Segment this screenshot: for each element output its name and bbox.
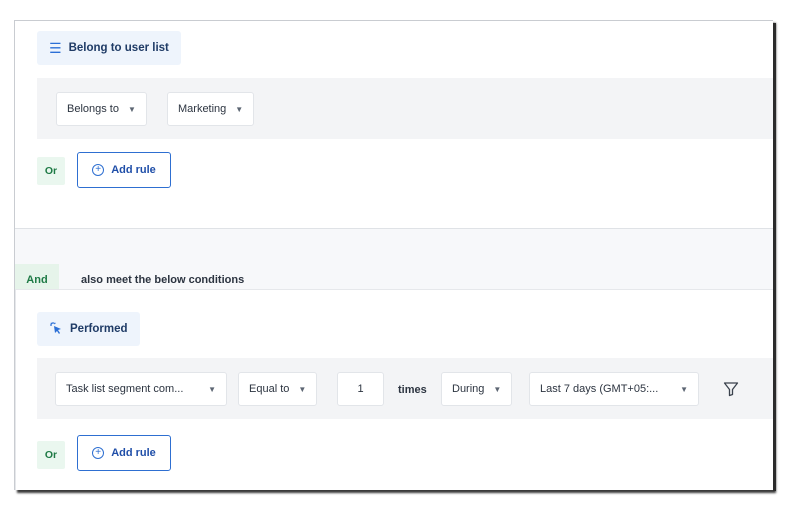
caret-down-icon: ▼ — [235, 104, 244, 114]
list-icon: ☰ — [49, 40, 62, 56]
plus-circle-icon: + — [92, 447, 105, 459]
user-list-dropdown[interactable]: Marketing ▼ — [167, 92, 255, 126]
period-dropdown[interactable]: During ▼ — [441, 372, 513, 406]
or-badge: Or — [37, 441, 65, 469]
user-list-rule-row: Belongs to ▼ Marketing ▼ — [37, 78, 773, 139]
chip-label: Belong to user list — [68, 42, 169, 54]
caret-down-icon: ▼ — [680, 384, 688, 394]
segment-builder: ☰ Belong to user list Belongs to ▼ Marke… — [14, 20, 776, 491]
add-rule-button[interactable]: + Add rule — [77, 152, 171, 188]
performed-rule-row: Task list segment com... ▼ Equal to ▼ 1 … — [37, 358, 773, 419]
filter-icon[interactable] — [723, 381, 739, 397]
plus-circle-icon: + — [92, 164, 105, 176]
cursor-click-icon — [49, 321, 63, 337]
belong-to-user-list-chip[interactable]: ☰ Belong to user list — [37, 31, 181, 65]
date-range-dropdown[interactable]: Last 7 days (GMT+05:... ▼ — [529, 372, 699, 406]
operator-dropdown[interactable]: Equal to ▼ — [238, 372, 318, 406]
count-input[interactable]: 1 — [337, 372, 384, 406]
belongs-to-dropdown[interactable]: Belongs to ▼ — [56, 92, 147, 126]
performed-chip[interactable]: Performed — [37, 312, 140, 346]
add-rule-button[interactable]: + Add rule — [77, 435, 171, 471]
or-badge: Or — [37, 157, 65, 185]
chip-label: Performed — [70, 323, 128, 335]
event-dropdown[interactable]: Task list segment com... ▼ — [55, 372, 227, 406]
times-label: times — [398, 384, 427, 396]
user-list-condition-card: ☰ Belong to user list Belongs to ▼ Marke… — [15, 21, 773, 229]
performed-condition-card: Performed Task list segment com... ▼ Equ… — [15, 289, 773, 490]
caret-down-icon: ▼ — [493, 384, 502, 394]
and-connector-text: also meet the below conditions — [81, 274, 245, 286]
caret-down-icon: ▼ — [298, 384, 307, 394]
caret-down-icon: ▼ — [127, 104, 136, 114]
caret-down-icon: ▼ — [208, 384, 216, 394]
